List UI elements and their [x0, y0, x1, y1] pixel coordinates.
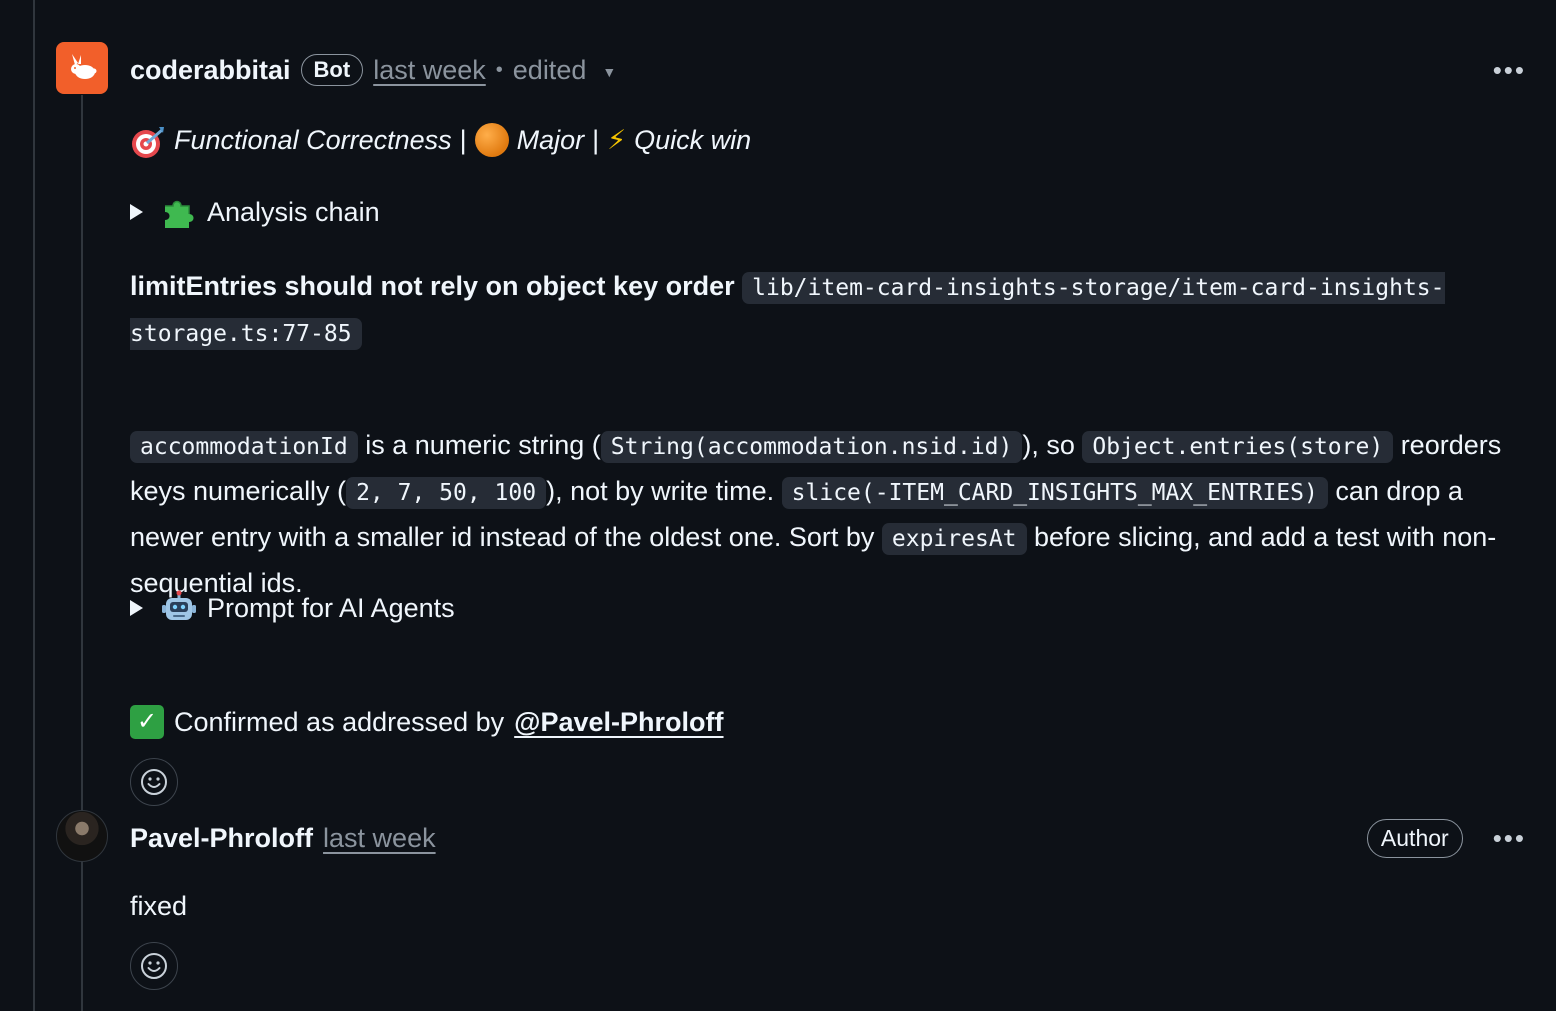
- comment-header: Pavel-Phroloff last week Author •••: [130, 818, 1526, 858]
- tag-separator: |: [459, 125, 467, 155]
- tag-separator: |: [592, 125, 600, 155]
- inline-code: slice(-ITEM_CARD_INSIGHTS_MAX_ENTRIES): [781, 477, 1328, 509]
- user-mention-link[interactable]: @Pavel-Phroloff: [514, 700, 723, 744]
- inline-code: 2, 7, 50, 100: [346, 477, 547, 509]
- timeline-rule: [33, 0, 35, 1011]
- bot-badge: Bot: [300, 54, 364, 86]
- prompt-agents-label: Prompt for AI Agents: [207, 593, 455, 623]
- comment-text: fixed: [130, 891, 188, 921]
- more-options-icon[interactable]: •••: [1493, 825, 1526, 851]
- comment-header: coderabbitai Bot last week • edited ▼ ••…: [130, 50, 1526, 90]
- text-span: ), so: [1022, 430, 1083, 460]
- author-name[interactable]: Pavel-Phroloff: [130, 823, 313, 854]
- analysis-chain-toggle[interactable]: Analysis chain: [130, 190, 380, 234]
- timestamp-link[interactable]: last week: [323, 823, 436, 854]
- category-label: Functional Correctness: [174, 125, 452, 155]
- finding-heading: limitEntries should not rely on object k…: [130, 264, 1526, 356]
- effort-label: Quick win: [634, 125, 752, 155]
- rabbit-icon: [71, 54, 97, 79]
- separator-dot: •: [495, 58, 503, 81]
- inline-code: expiresAt: [881, 523, 1027, 555]
- text-span: ), not by write time.: [546, 476, 782, 506]
- text-span: is a numeric string (: [357, 430, 601, 460]
- review-tags: Functional Correctness | Major | ⚡ Quick…: [130, 118, 751, 162]
- puzzle-icon: [165, 200, 194, 228]
- lightning-icon: ⚡: [607, 125, 627, 155]
- robot-icon: [162, 590, 196, 620]
- chevron-down-icon[interactable]: ▼: [602, 64, 616, 80]
- author-badge: Author: [1366, 818, 1463, 858]
- finding-title: limitEntries should not rely on object k…: [130, 271, 735, 301]
- edited-label[interactable]: edited: [513, 55, 587, 86]
- prompt-agents-toggle[interactable]: Prompt for AI Agents: [130, 586, 455, 630]
- smiley-icon: [141, 953, 167, 979]
- author-name[interactable]: coderabbitai: [130, 55, 291, 86]
- confirmation-line: ✓ Confirmed as addressed by @Pavel-Phrol…: [130, 700, 724, 744]
- disclosure-triangle-icon: [130, 600, 143, 616]
- analysis-chain-label: Analysis chain: [207, 197, 380, 227]
- inline-code: Object.entries(store): [1082, 431, 1394, 463]
- pr-conversation: coderabbitai Bot last week • edited ▼ ••…: [0, 0, 1556, 1011]
- confirmed-text: Confirmed as addressed by: [174, 707, 505, 737]
- finding-description: accommodationId is a numeric string (Str…: [130, 423, 1526, 605]
- more-options-icon[interactable]: •••: [1493, 57, 1526, 83]
- add-reaction-button[interactable]: [130, 942, 178, 990]
- add-reaction-button[interactable]: [130, 758, 178, 806]
- inline-code: String(accommodation.nsid.id): [600, 431, 1023, 463]
- inline-code: accommodationId: [130, 431, 358, 463]
- target-icon: [132, 127, 164, 158]
- disclosure-triangle-icon: [130, 204, 143, 220]
- avatar[interactable]: [56, 42, 108, 94]
- check-mark-icon: ✓: [130, 705, 164, 739]
- smiley-icon: [141, 769, 167, 795]
- severity-label: Major: [516, 125, 585, 155]
- avatar[interactable]: [56, 810, 108, 862]
- orange-circle-icon: [474, 123, 509, 157]
- thread-line: [81, 95, 83, 1011]
- timestamp-link[interactable]: last week: [373, 55, 486, 86]
